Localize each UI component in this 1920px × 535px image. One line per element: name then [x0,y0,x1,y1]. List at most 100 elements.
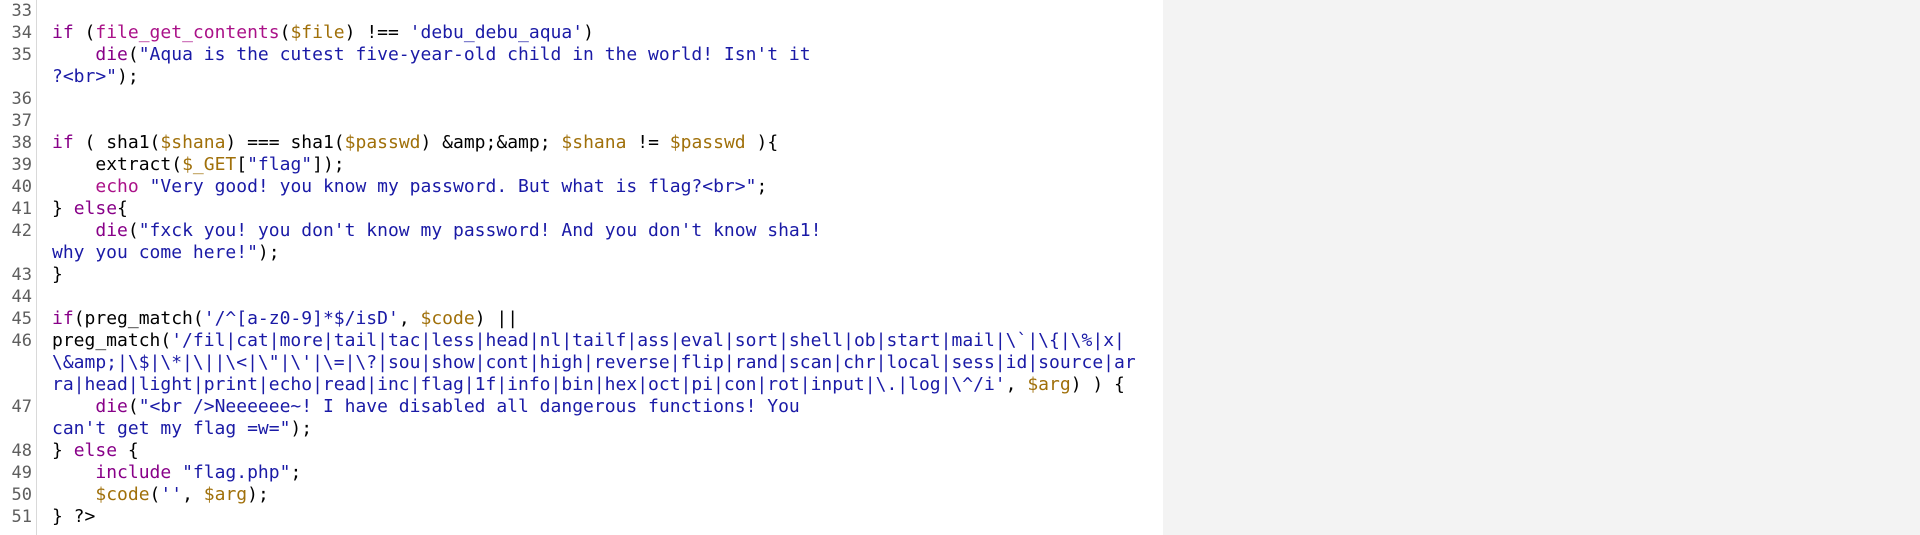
line-number: 36 [11,89,32,109]
line-number: 41 [11,199,32,219]
code-token: 'debu_debu_aqua' [409,22,584,43]
code-token: ); [247,484,269,505]
code-token: ( [127,220,139,241]
code-line: 46 preg_match('/fil|cat|more|tail|tac|les… [0,330,1142,396]
code-token: $code [420,308,475,329]
line-number: 33 [11,1,32,21]
code-token: } ?> [52,506,96,527]
line-number: 50 [11,485,32,505]
code-token: "flag.php" [182,462,291,483]
code-token: "Very good! you know my password. But wh… [149,176,757,197]
line-number: 48 [11,441,32,461]
code-line: 41} else{ [0,198,1142,220]
line-number: 34 [11,23,32,43]
code-token: $_GET [182,154,237,175]
line-number: 35 [11,45,32,65]
line-number: 47 [11,397,32,417]
code-token: ; [290,462,302,483]
code-line: 39 extract($_GET["flag"]); [0,154,1142,176]
code-token: $arg [1027,374,1071,395]
code-token: , [1005,374,1028,395]
code-token: (preg_match( [73,308,204,329]
line-number: 51 [11,507,32,527]
code-token: else [73,440,118,461]
code-line: 36 [0,88,1142,110]
code-text: } ?> [36,506,1142,528]
code-token: } [52,264,63,285]
code-token: $passwd [344,132,421,153]
code-line: 37 [0,110,1142,132]
code-text: echo "Very good! you know my password. B… [36,176,1142,198]
code-token: ); [290,418,313,439]
code-token: ); [117,66,139,87]
code-token: ); [257,242,280,263]
code-token: } [52,198,74,219]
code-text: die("Aqua is the cutest five-year-old ch… [36,44,1142,88]
code-token: $shana [160,132,226,153]
code-line: 51 } ?> [0,506,1142,528]
code-token: { [117,440,139,461]
code-token: '' [160,484,183,505]
code-token: { [117,198,128,219]
code-token: '/fil|cat|more|tail|tac|less|head|nl|tai… [52,330,1136,395]
code-text: extract($_GET["flag"]); [36,154,1142,176]
code-line: 34 if (file_get_contents($file) !== 'debu… [0,22,1142,44]
line-number: 43 [11,265,32,285]
code-token: $passwd [669,132,746,153]
line-number: 46 [11,331,32,351]
code-text: if(preg_match('/^[a-z0-9]*$/isD', $code)… [36,308,1142,330]
code-token: ( [127,44,139,65]
code-text: if ( sha1($shana) === sha1($passwd) &amp… [36,132,1142,154]
code-token: if [52,308,74,329]
code-line: 44 [0,286,1142,308]
code-token: ( [127,396,139,417]
code-token: ( [279,22,291,43]
code-line: 35 die("Aqua is the cutest five-year-old… [0,44,1142,88]
code-token: ]); [312,154,345,175]
line-number: 40 [11,177,32,197]
code-text: $code('', $arg); [36,484,1142,506]
code-token: ) &amp;&amp; [420,132,562,153]
line-number: 45 [11,309,32,329]
code-line: 49 include "flag.php"; [0,462,1142,484]
code-text: } else { [36,440,1142,462]
code-token: ) !== [344,22,410,43]
code-token: ; [756,176,768,197]
line-number: 37 [11,111,32,131]
code-token: '/^[a-z0-9]*$/isD' [203,308,399,329]
code-token: ) ) { [1070,374,1125,395]
code-token: $shana [561,132,627,153]
code-token: ) || [474,308,519,329]
code-token: include [95,462,172,483]
code-editor[interactable]: 33 34 if (file_get_contents($file) !== 'd… [0,0,1163,535]
line-number: 39 [11,155,32,175]
empty-side-pane [1163,0,1920,535]
code-lines: 33 34 if (file_get_contents($file) !== 'd… [0,0,1142,528]
code-token: die [95,44,128,65]
code-token: "<br />Neeeeee~! I have disabled all dan… [52,396,800,439]
code-line: 45 if(preg_match('/^[a-z0-9]*$/isD', $cod… [0,308,1142,330]
code-token: preg_match( [52,330,172,351]
code-text: if (file_get_contents($file) !== 'debu_d… [36,22,1142,44]
code-token: file_get_contents [95,22,280,43]
code-token: $code [95,484,150,505]
code-token: $arg [203,484,248,505]
code-line: 42 die("fxck you! you don't know my pass… [0,220,1142,264]
code-token: ) === sha1( [225,132,345,153]
code-line: 40 echo "Very good! you know my password… [0,176,1142,198]
code-token: die [95,220,128,241]
code-line: 43} [0,264,1142,286]
code-token: [ [236,154,248,175]
code-text: die("fxck you! you don't know my passwor… [36,220,1142,264]
code-token: extract( [52,154,183,175]
